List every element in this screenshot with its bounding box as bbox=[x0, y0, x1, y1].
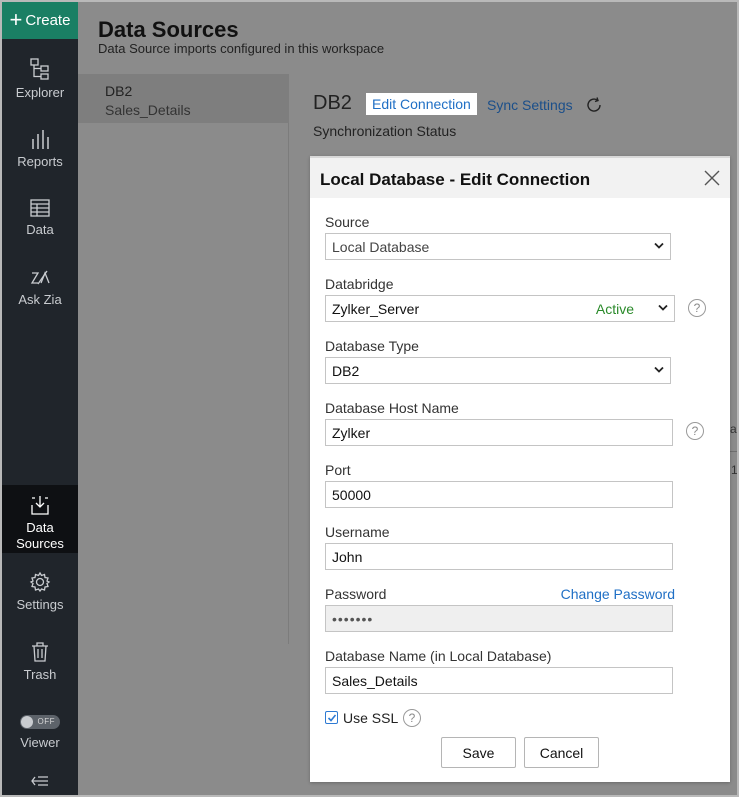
ask-zia-icon bbox=[30, 270, 50, 285]
dialog-header: Local Database - Edit Connection bbox=[310, 156, 730, 198]
data-sources-icon bbox=[31, 496, 49, 515]
sidebar-item-label: Sources bbox=[16, 536, 64, 551]
list-item-name: DB2 bbox=[105, 83, 133, 99]
sidebar-item-trash[interactable]: Trash bbox=[2, 641, 78, 682]
create-label: Create bbox=[25, 12, 71, 29]
database-name-input[interactable]: Sales_Details bbox=[325, 667, 673, 694]
list-item[interactable]: DB2 Sales_Details bbox=[78, 74, 289, 123]
sidebar: + Create Explorer Reports Data Ask Zia D… bbox=[2, 2, 78, 795]
chevron-down-icon bbox=[658, 304, 668, 311]
toggle-knob bbox=[21, 716, 33, 728]
username-label: Username bbox=[325, 524, 390, 540]
username-input[interactable]: John bbox=[325, 543, 673, 570]
database-type-select[interactable]: DB2 bbox=[325, 357, 671, 384]
explorer-icon bbox=[30, 58, 49, 80]
sync-settings-link[interactable]: Sync Settings bbox=[487, 97, 573, 113]
sync-status-label: Synchronization Status bbox=[313, 123, 457, 139]
cancel-button[interactable]: Cancel bbox=[524, 737, 599, 768]
edit-connection-link[interactable]: Edit Connection bbox=[366, 93, 477, 115]
help-icon[interactable]: ? bbox=[686, 422, 704, 440]
sidebar-item-label: Ask Zia bbox=[18, 292, 62, 307]
sidebar-item-label: Reports bbox=[17, 154, 63, 169]
chevron-down-icon bbox=[654, 366, 664, 373]
app-window: + Create Explorer Reports Data Ask Zia D… bbox=[0, 0, 739, 797]
sidebar-collapse[interactable] bbox=[2, 774, 78, 792]
list-item-sub: Sales_Details bbox=[105, 102, 191, 118]
host-name-input[interactable]: Zylker bbox=[325, 419, 673, 446]
password-label: Password bbox=[325, 586, 387, 602]
reports-icon bbox=[32, 130, 49, 149]
sidebar-item-ask-zia[interactable]: Ask Zia bbox=[2, 268, 78, 307]
use-ssl-label: Use SSL bbox=[343, 710, 399, 726]
use-ssl-checkbox[interactable] bbox=[325, 711, 338, 724]
chevron-down-icon bbox=[654, 242, 664, 249]
bg-column-fragment: as bbox=[730, 422, 737, 436]
databridge-select[interactable]: Zylker_Server Active bbox=[325, 295, 675, 322]
page-subtitle: Data Source imports configured in this w… bbox=[98, 41, 385, 56]
page-title: Data Sources bbox=[98, 17, 239, 42]
host-name-label: Database Host Name bbox=[325, 400, 459, 416]
sidebar-item-explorer[interactable]: Explorer bbox=[2, 57, 78, 100]
databridge-label: Databridge bbox=[325, 276, 394, 292]
database-type-label: Database Type bbox=[325, 338, 419, 354]
data-source-list: DB2 Sales_Details bbox=[78, 74, 289, 644]
sidebar-item-label: Trash bbox=[23, 667, 57, 682]
sidebar-item-label: Settings bbox=[16, 597, 64, 612]
sidebar-item-data[interactable]: Data bbox=[2, 198, 78, 237]
sidebar-item-label: Data bbox=[26, 222, 54, 237]
sidebar-item-reports[interactable]: Reports bbox=[2, 128, 78, 169]
sidebar-item-label: Viewer bbox=[20, 735, 60, 750]
sidebar-item-label: Data bbox=[26, 520, 54, 535]
sidebar-item-data-sources[interactable]: Data Sources bbox=[2, 485, 78, 553]
source-label: Source bbox=[325, 214, 370, 230]
database-type-value: DB2 bbox=[332, 362, 360, 379]
data-table-icon bbox=[30, 199, 50, 217]
sidebar-item-settings[interactable]: Settings bbox=[2, 571, 78, 612]
help-icon[interactable]: ? bbox=[688, 299, 706, 317]
refresh-icon[interactable] bbox=[585, 96, 603, 114]
dialog-title: Local Database - Edit Connection bbox=[320, 170, 591, 189]
port-input[interactable]: 50000 bbox=[325, 481, 673, 508]
collapse-icon bbox=[31, 776, 48, 786]
database-name-label: Database Name (in Local Database) bbox=[325, 648, 552, 664]
edit-connection-dialog: Local Database - Edit Connection Source … bbox=[310, 156, 730, 782]
toggle-text: OFF bbox=[37, 717, 55, 726]
gear-icon bbox=[29, 571, 51, 593]
plus-icon: + bbox=[9, 6, 23, 32]
databridge-status-badge: Active bbox=[595, 301, 634, 317]
bg-cell-fragment: 1 bbox=[731, 463, 738, 477]
close-icon[interactable] bbox=[703, 169, 721, 187]
password-input: ••••••• bbox=[325, 605, 673, 632]
source-value: Local Database bbox=[332, 238, 430, 255]
change-password-link[interactable]: Change Password bbox=[561, 586, 675, 602]
detail-title: DB2 bbox=[313, 92, 352, 114]
source-select[interactable]: Local Database bbox=[325, 233, 671, 260]
help-icon[interactable]: ? bbox=[403, 709, 421, 727]
checkmark-icon bbox=[327, 714, 337, 722]
viewer-toggle[interactable]: OFF bbox=[20, 715, 60, 729]
port-label: Port bbox=[325, 462, 351, 478]
save-button[interactable]: Save bbox=[441, 737, 516, 768]
sidebar-item-viewer[interactable]: OFF Viewer bbox=[2, 715, 78, 750]
trash-icon bbox=[32, 642, 48, 662]
create-button[interactable]: + Create bbox=[2, 2, 78, 39]
sidebar-item-label: Explorer bbox=[15, 85, 65, 100]
